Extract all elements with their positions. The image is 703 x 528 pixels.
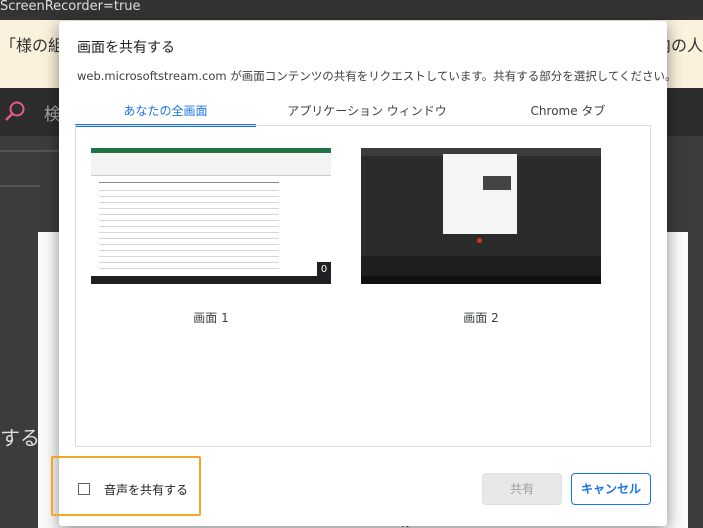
screen-2-dialog [443,154,517,234]
grid-line [99,196,279,197]
grid-line [99,182,279,183]
taskbar [91,276,331,284]
side-heading: する [0,426,40,450]
share-audio-label[interactable]: 音声を共有する [104,481,188,498]
excel-ribbon [91,148,331,176]
grid-line [99,268,279,269]
search-icon [5,101,25,121]
screen-2-gallery [361,256,601,276]
grid-line [99,244,279,245]
dialog-message: web.microsoftstream.com が画面コンテンツの共有をリクエス… [77,69,677,83]
screen-2-thumbnail [361,148,601,284]
screen-option-2[interactable]: 画面 2 [361,148,601,338]
screen-2-preview [483,176,511,190]
screen-2-label: 画面 2 [463,311,499,325]
divider [0,150,60,152]
grid-line [99,202,279,203]
record-icon [477,238,482,243]
grid-line [99,232,279,233]
divider [0,185,40,187]
taskbar [361,276,601,284]
notification-badge: 0 [317,262,331,278]
share-button[interactable]: 共有 [482,473,562,505]
tab-application-window[interactable]: アプリケーション ウィンドウ [267,97,467,127]
tab-chrome-tab[interactable]: Chrome タブ [485,97,651,127]
dialog-title: 画面を共有する [77,40,175,56]
screen-option-1[interactable]: 0 画面 1 [91,148,331,338]
screen-1-label: 画面 1 [193,311,229,325]
screen-list: 0 画面 1 画面 2 [75,125,651,447]
grid-line [99,250,279,251]
grid-line [99,214,279,215]
excel-grid [91,176,331,276]
grid-line [99,262,279,263]
excel-titlebar [91,148,331,153]
screen-1-thumbnail: 0 [91,148,331,284]
grid-line [99,220,279,221]
grid-line [99,208,279,209]
cancel-button[interactable]: キャンセル [571,473,651,505]
grid-line [99,190,279,191]
share-screen-dialog: 画面を共有する web.microsoftstream.com が画面コンテンツ… [51,21,677,526]
share-audio-checkbox[interactable] [78,483,90,495]
tab-entire-screen[interactable]: あなたの全画面 [75,97,256,127]
grid-line [99,256,279,257]
grid-line [99,226,279,227]
grid-line [99,238,279,239]
url-fragment: ScreenRecorder=true [0,0,141,14]
source-tabs: あなたの全画面 アプリケーション ウィンドウ Chrome タブ [75,97,651,127]
